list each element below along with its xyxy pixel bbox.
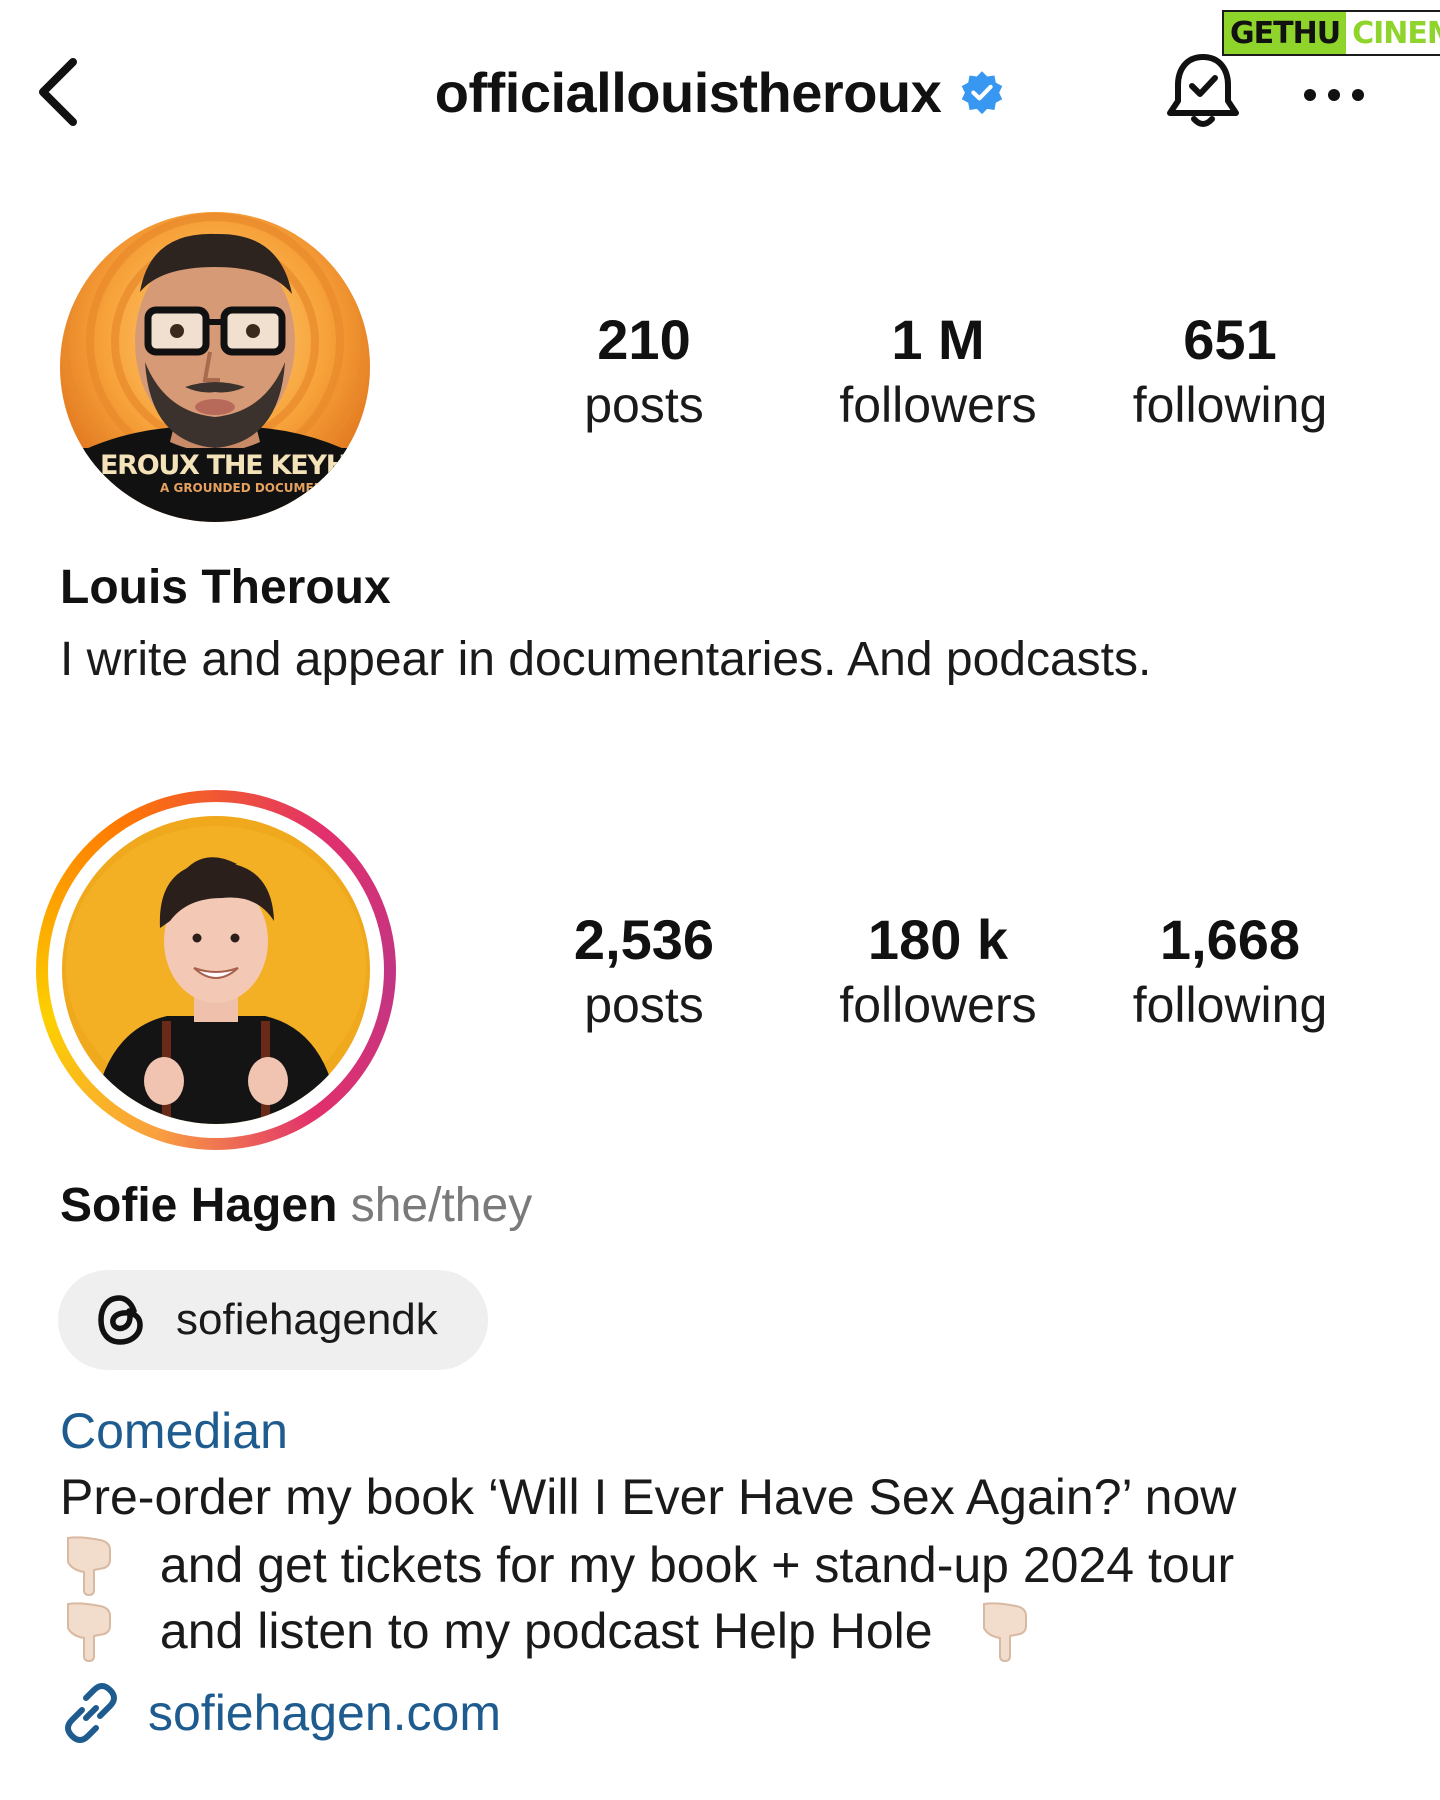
stat-followers[interactable]: 1 M followers bbox=[808, 306, 1068, 436]
stat-followers-label: followers bbox=[839, 377, 1037, 433]
avatar-illustration-louis: EROUX THE KEYHO A GROUNDED DOCUMENT bbox=[60, 212, 370, 522]
verified-badge-icon bbox=[962, 71, 1003, 115]
stat-following-value: 1,668 bbox=[1159, 908, 1301, 971]
profile-name-louis: Louis Theroux bbox=[60, 561, 391, 614]
stat-following-value: 651 bbox=[1183, 308, 1277, 371]
profile-category: Comedian bbox=[60, 1403, 288, 1459]
more-options-button[interactable] bbox=[1296, 70, 1372, 120]
stat-posts[interactable]: 210 posts bbox=[514, 306, 774, 436]
stat-posts-value: 210 bbox=[597, 308, 691, 371]
profile-name-text: Sofie Hagen bbox=[60, 1179, 338, 1232]
stat-following[interactable]: 651 following bbox=[1100, 306, 1360, 436]
stat-followers-value: 180 k bbox=[867, 908, 1009, 971]
profile-avatar-sofie[interactable] bbox=[62, 816, 370, 1124]
stat-following-label: following bbox=[1132, 977, 1328, 1033]
bio-line-2: and get tickets for my book + stand-up 2… bbox=[60, 1534, 1234, 1596]
profile-avatar-louis[interactable]: EROUX THE KEYHO A GROUNDED DOCUMENT bbox=[60, 212, 370, 522]
back-button[interactable] bbox=[28, 52, 88, 132]
bell-check-icon bbox=[1167, 54, 1239, 127]
stat-followers[interactable]: 180 k followers bbox=[808, 906, 1068, 1036]
stat-following[interactable]: 1,668 following bbox=[1100, 906, 1360, 1036]
profile-link-text[interactable]: sofiehagen.com bbox=[148, 1684, 501, 1742]
profile-link[interactable]: sofiehagen.com bbox=[58, 1680, 501, 1746]
threads-badge-button[interactable]: sofiehagendk bbox=[58, 1270, 488, 1370]
chevron-left-icon bbox=[39, 58, 77, 126]
profile-bio-louis: I write and appear in documentaries. And… bbox=[60, 633, 1152, 686]
bio-line-1-text: Pre-order my book ‘Will I Ever Have Sex … bbox=[60, 1469, 1237, 1525]
link-icon bbox=[65, 1683, 117, 1743]
pronouns: she/they bbox=[350, 1179, 533, 1232]
watermark-logo: GETHU CINEMA bbox=[1222, 10, 1440, 56]
stat-posts-label: posts bbox=[584, 377, 704, 433]
stat-following-label: following bbox=[1132, 377, 1328, 433]
avatar-shirt-text: EROUX THE KEYHO bbox=[100, 450, 370, 481]
bio-line-1: Pre-order my book ‘Will I Ever Have Sex … bbox=[60, 1468, 1236, 1526]
pointing-down-hand-icon bbox=[983, 1602, 1028, 1662]
notifications-button[interactable] bbox=[1160, 46, 1246, 136]
more-horizontal-icon bbox=[1304, 89, 1364, 101]
watermark-text-2: CINEMA bbox=[1346, 12, 1440, 54]
stat-followers-value: 1 M bbox=[891, 308, 985, 371]
bio-line-3: and listen to my podcast Help Hole bbox=[60, 1600, 1032, 1662]
avatar-illustration-sofie bbox=[62, 816, 370, 1124]
stat-followers-label: followers bbox=[839, 977, 1037, 1033]
profile-name-sofie: Sofie Hagen she/they bbox=[60, 1178, 532, 1233]
bio-line-2-text: and get tickets for my book + stand-up 2… bbox=[159, 1537, 1235, 1593]
avatar-shirt-subtext: A GROUNDED DOCUMENT bbox=[160, 481, 333, 495]
username-title: officiallouistheroux bbox=[434, 60, 942, 124]
threads-icon bbox=[94, 1293, 148, 1347]
stat-posts-label: posts bbox=[584, 977, 704, 1033]
pointing-down-hand-icon bbox=[67, 1536, 111, 1596]
bio-line-3-text: and listen to my podcast Help Hole bbox=[159, 1603, 933, 1659]
stat-posts-value: 2,536 bbox=[573, 908, 715, 971]
threads-handle: sofiehagendk bbox=[176, 1295, 438, 1344]
pointing-down-hand-icon bbox=[67, 1602, 111, 1662]
stat-posts[interactable]: 2,536 posts bbox=[514, 906, 774, 1036]
